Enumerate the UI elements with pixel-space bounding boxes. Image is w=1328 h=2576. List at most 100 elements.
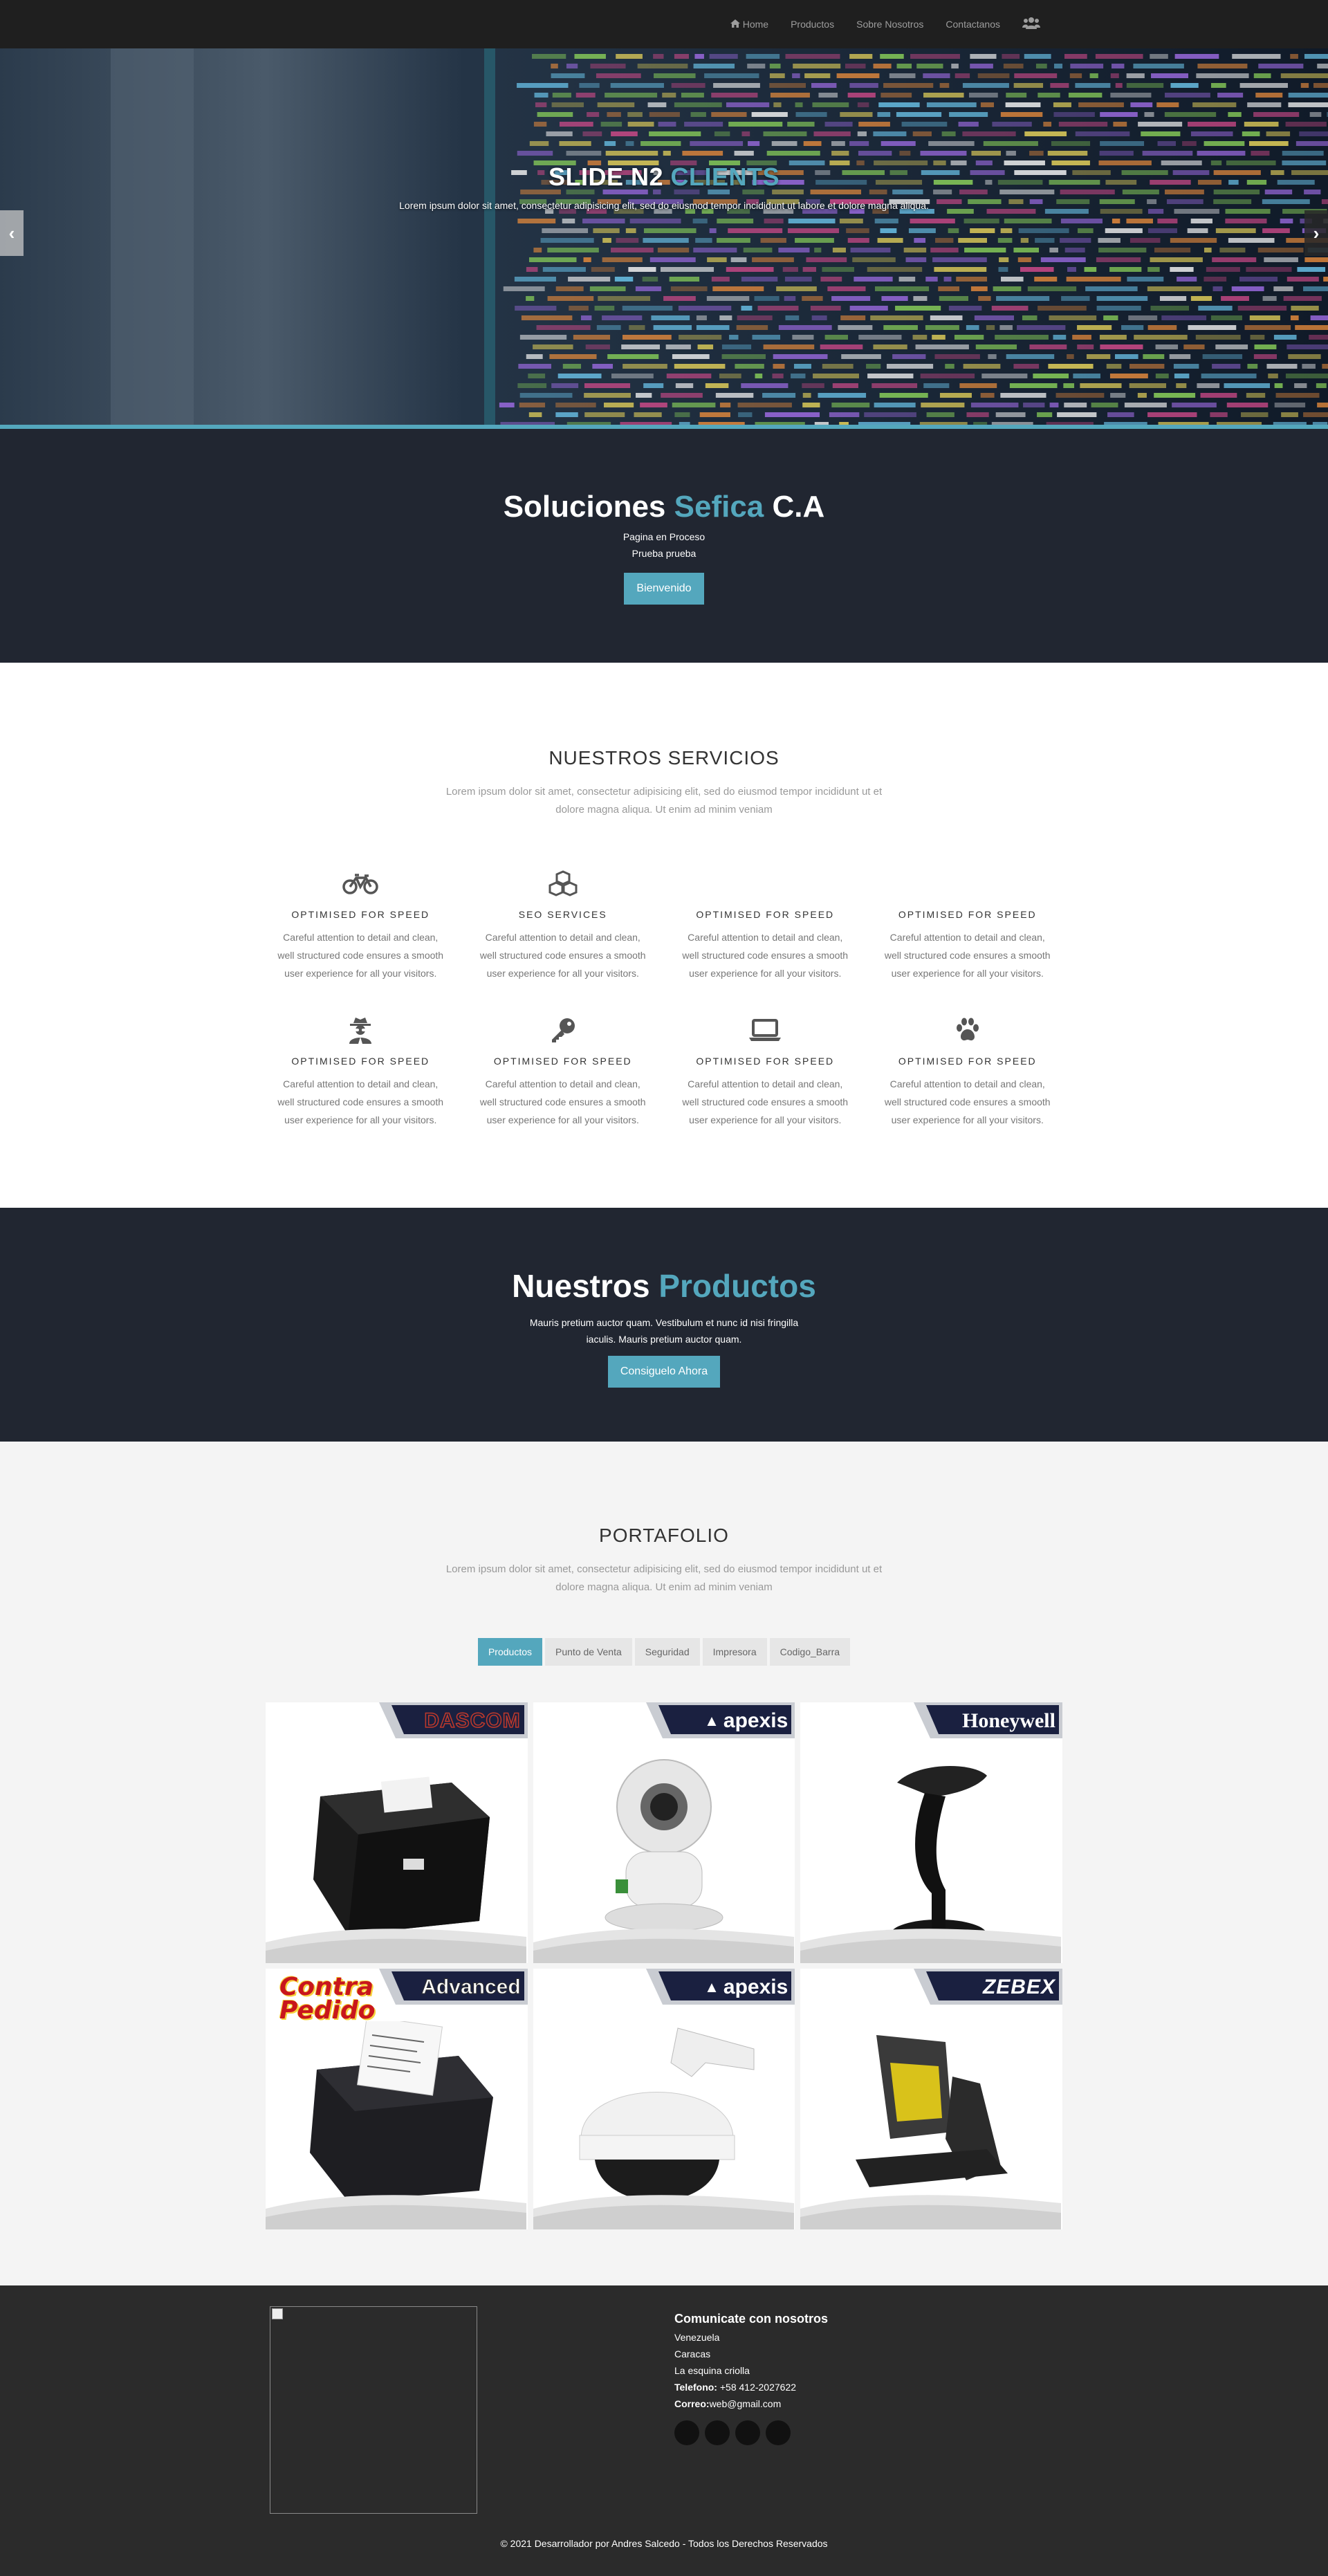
cubes-icon [477, 867, 649, 899]
paw-icon [882, 1014, 1054, 1046]
filter-codigo-barra[interactable]: Codigo_Barra [769, 1638, 851, 1666]
carousel-next-button[interactable]: › [1304, 210, 1328, 256]
card-swoosh [800, 1929, 1062, 1963]
portfolio-filters: Productos Punto de Venta Seguridad Impre… [0, 1638, 1328, 1666]
carousel-prev-button[interactable]: ‹ [0, 210, 24, 256]
social-link-2[interactable] [705, 2420, 730, 2445]
portfolio-grid: DASCOM ▲ apexis Honeywell Advanced Contr… [266, 1702, 1062, 2229]
services-grid: OPTIMISED FOR SPEED Careful attention to… [259, 867, 1069, 1129]
card-swoosh [800, 2195, 1062, 2229]
carousel-indicator [0, 425, 1328, 429]
hero-caption: SLIDE N2 CLIENTS Lorem ipsum dolor sit a… [0, 163, 1328, 211]
service-text: Careful attention to detail and clean, w… [277, 932, 444, 979]
contact-country: Venezuela [674, 2332, 720, 2343]
service-title: OPTIMISED FOR SPEED [291, 1056, 430, 1067]
service-title: SEO SERVICES [518, 909, 607, 920]
services-title: NUESTROS SERVICIOS [548, 747, 780, 769]
portfolio-card[interactable]: Honeywell [800, 1702, 1062, 1963]
service-item: OPTIMISED FOR SPEED Careful attention to… [867, 1014, 1069, 1129]
productos-title: Nuestros Productos [512, 1268, 816, 1304]
brand-name: Advanced [421, 1976, 521, 1999]
nav-home[interactable]: Home [719, 19, 780, 30]
bicycle-icon [275, 867, 447, 899]
services-description: Lorem ipsum dolor sit amet, consectetur … [445, 786, 883, 816]
contact-city: Caracas [674, 2348, 711, 2359]
brand-name: ▲ apexis [704, 1976, 788, 1998]
filter-punto-de-venta[interactable]: Punto de Venta [545, 1638, 632, 1666]
service-icon-empty [679, 867, 851, 899]
hero-background-code [0, 48, 1328, 429]
portfolio-card[interactable]: Advanced Contra Pedido [266, 1969, 528, 2229]
chevron-right-icon: › [1313, 222, 1320, 243]
footer: Comunicate con nosotros Venezuela Caraca… [0, 2285, 1328, 2576]
bienvenido-button[interactable]: Bienvenido [624, 573, 704, 605]
copyright: © 2021 Desarrollador por Andres Salcedo … [500, 2538, 828, 2549]
brand-name: Honeywell [961, 1709, 1055, 1732]
service-text: Careful attention to detail and clean, w… [884, 1078, 1051, 1125]
card-swoosh [533, 1929, 794, 1963]
service-icon-empty [882, 867, 1054, 899]
nav-sobre-nosotros[interactable]: Sobre Nosotros [845, 19, 934, 30]
contact-area: La esquina criolla [674, 2365, 750, 2376]
filter-seguridad[interactable]: Seguridad [634, 1638, 700, 1666]
soluciones-line-1: Pagina en Proceso [622, 531, 706, 542]
contact-email: Correo:web@gmail.com [674, 2398, 782, 2409]
productos-banner: Nuestros Productos Mauris pretium auctor… [0, 1208, 1328, 1442]
service-title: OPTIMISED FOR SPEED [493, 1056, 632, 1067]
top-navbar: Home Productos Sobre Nosotros Contactano… [0, 0, 1328, 48]
filter-productos[interactable]: Productos [477, 1638, 543, 1666]
nav-links: Home Productos Sobre Nosotros Contactano… [719, 0, 1051, 48]
home-icon [730, 19, 740, 30]
portfolio-section: PORTAFOLIO Lorem ipsum dolor sit amet, c… [0, 1442, 1328, 2285]
user-secret-icon [275, 1014, 447, 1046]
contact-phone: Telefono: +58 412-2027622 [674, 2382, 797, 2393]
hero-carousel: SLIDE N2 CLIENTS Lorem ipsum dolor sit a… [0, 48, 1328, 429]
service-item: SEO SERVICES Careful attention to detail… [462, 867, 665, 982]
portfolio-card[interactable]: ▲ apexis [533, 1702, 795, 1963]
service-title: OPTIMISED FOR SPEED [696, 1056, 835, 1067]
portfolio-card[interactable]: ZEBEX [800, 1969, 1062, 2229]
receipt-printer-image [310, 2021, 494, 2201]
portfolio-title: PORTAFOLIO [599, 1525, 729, 1546]
nav-productos[interactable]: Productos [780, 19, 845, 30]
service-title: OPTIMISED FOR SPEED [696, 909, 835, 920]
service-title: OPTIMISED FOR SPEED [898, 1056, 1037, 1067]
service-item: OPTIMISED FOR SPEED Careful attention to… [259, 1014, 462, 1129]
soluciones-line-2: Prueba prueba [631, 548, 697, 559]
card-swoosh [266, 1929, 526, 1963]
social-link-1[interactable] [674, 2420, 699, 2445]
nav-home-label: Home [742, 19, 769, 30]
service-text: Careful attention to detail and clean, w… [479, 932, 646, 979]
nav-contactanos[interactable]: Contactanos [934, 19, 1011, 30]
ip-camera-image [605, 1759, 723, 1932]
contra-pedido-badge: Contra Pedido [279, 1973, 376, 2025]
card-swoosh [533, 2195, 794, 2229]
social-link-3[interactable] [735, 2420, 760, 2445]
consiguelo-ahora-button[interactable]: Consiguelo Ahora [607, 1356, 721, 1388]
service-title: OPTIMISED FOR SPEED [291, 909, 430, 920]
card-swoosh [266, 2195, 526, 2229]
filter-impresora[interactable]: Impresora [702, 1638, 767, 1666]
portfolio-description: Lorem ipsum dolor sit amet, consectetur … [445, 1563, 883, 1593]
chevron-left-icon: ‹ [8, 222, 15, 243]
contact-title: Comunicate con nosotros [674, 2312, 829, 2326]
broken-image-icon [272, 2308, 283, 2319]
footer-contact: Comunicate con nosotros Venezuela Caraca… [674, 2312, 828, 2445]
users-icon[interactable] [1011, 17, 1051, 33]
hero-subtitle: Lorem ipsum dolor sit amet, consectetur … [399, 200, 929, 211]
soluciones-title: Soluciones Sefica C.A [503, 490, 825, 524]
service-item: OPTIMISED FOR SPEED Careful attention to… [259, 867, 462, 982]
service-title: OPTIMISED FOR SPEED [898, 909, 1037, 920]
hero-title-main: SLIDE N2 [548, 163, 663, 191]
brand-name: DASCOM [424, 1709, 521, 1733]
service-item: OPTIMISED FOR SPEED Careful attention to… [462, 1014, 665, 1129]
service-text: Careful attention to detail and clean, w… [682, 932, 849, 979]
social-link-4[interactable] [766, 2420, 791, 2445]
brand-name: ZEBEX [982, 1976, 1055, 1998]
portfolio-card[interactable]: ▲ apexis [533, 1969, 795, 2229]
key-icon [477, 1014, 649, 1046]
hero-title-accent: CLIENTS [670, 163, 780, 191]
hero-title: SLIDE N2 CLIENTS [0, 163, 1328, 192]
social-links [674, 2420, 828, 2445]
portfolio-card[interactable]: DASCOM [266, 1702, 528, 1963]
